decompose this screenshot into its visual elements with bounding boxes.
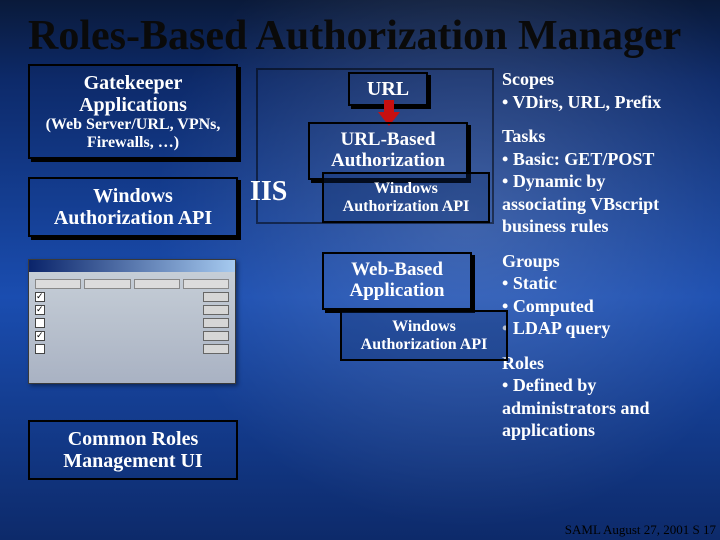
checkbox-icon: [35, 292, 45, 302]
windows-api-center-1: Windows Authorization API: [322, 172, 490, 223]
list-item: Dynamic by associating VBscript business…: [502, 170, 692, 238]
screenshot-button: [203, 318, 229, 328]
windows-api-left-label: Windows Authorization API: [36, 185, 230, 229]
screenshot-button: [203, 344, 229, 354]
common-roles-ui-box: Common Roles Management UI: [28, 420, 238, 480]
screenshot-button: [203, 292, 229, 302]
screenshot-button: [203, 331, 229, 341]
right-column: Scopes VDirs, URL, Prefix Tasks Basic: G…: [502, 64, 692, 480]
web-based-app-box: Web-Based Application: [322, 252, 472, 310]
roles-heading: Roles: [502, 352, 692, 375]
left-column: Gatekeeper Applications (Web Server/URL,…: [28, 64, 248, 480]
groups-heading: Groups: [502, 250, 692, 273]
screenshot-row: [35, 292, 229, 302]
list-item: VDirs, URL, Prefix: [502, 91, 692, 114]
screenshot-tabs: [35, 279, 229, 289]
checkbox-icon: [35, 305, 45, 315]
screenshot-tab: [35, 279, 81, 289]
groups-list: Static Computed LDAP query: [502, 272, 692, 340]
gatekeeper-box: Gatekeeper Applications (Web Server/URL,…: [28, 64, 238, 159]
slide-body: Gatekeeper Applications (Web Server/URL,…: [28, 64, 692, 480]
screenshot-titlebar: [29, 260, 235, 272]
common-roles-ui-label: Common Roles Management UI: [36, 428, 230, 472]
url-pill-label: URL: [367, 78, 409, 100]
screenshot-row: [35, 331, 229, 341]
slide: Roles-Based Authorization Manager Gateke…: [0, 0, 720, 540]
list-item: Basic: GET/POST: [502, 148, 692, 171]
roles-ui-screenshot: [28, 259, 236, 384]
tasks-list: Basic: GET/POST Dynamic by associating V…: [502, 148, 692, 238]
checkbox-icon: [35, 331, 45, 341]
center-diagram: IIS URL URL-Based Authorization Windows …: [260, 64, 490, 480]
list-item: Computed: [502, 295, 692, 318]
list-item: Defined by administrators and applicatio…: [502, 374, 692, 442]
screenshot-tab: [183, 279, 229, 289]
checkbox-icon: [35, 344, 45, 354]
scopes-list: VDirs, URL, Prefix: [502, 91, 692, 114]
windows-api-left-box: Windows Authorization API: [28, 177, 238, 237]
windows-api-center-1-label: Windows Authorization API: [330, 180, 482, 215]
screenshot-button: [203, 305, 229, 315]
list-item: LDAP query: [502, 317, 692, 340]
screenshot-tab: [134, 279, 180, 289]
windows-api-center-2: Windows Authorization API: [340, 310, 508, 361]
web-based-app-label: Web-Based Application: [330, 260, 464, 302]
scopes-heading: Scopes: [502, 68, 692, 91]
gatekeeper-subtitle: (Web Server/URL, VPNs, Firewalls, …): [36, 116, 230, 151]
checkbox-icon: [35, 318, 45, 328]
screenshot-row: [35, 318, 229, 328]
screenshot-row: [35, 344, 229, 354]
tasks-heading: Tasks: [502, 125, 692, 148]
screenshot-tab: [84, 279, 130, 289]
slide-title: Roles-Based Authorization Manager: [28, 14, 692, 58]
list-item: Static: [502, 272, 692, 295]
center-column: IIS URL URL-Based Authorization Windows …: [260, 64, 490, 480]
url-based-auth-label: URL-Based Authorization: [316, 130, 460, 172]
iis-label: IIS: [250, 176, 287, 208]
roles-list: Defined by administrators and applicatio…: [502, 374, 692, 442]
footer-note: SAML August 27, 2001 S 17: [565, 522, 716, 538]
screenshot-row: [35, 305, 229, 315]
gatekeeper-title: Gatekeeper Applications: [36, 72, 230, 116]
windows-api-center-2-label: Windows Authorization API: [348, 318, 500, 353]
